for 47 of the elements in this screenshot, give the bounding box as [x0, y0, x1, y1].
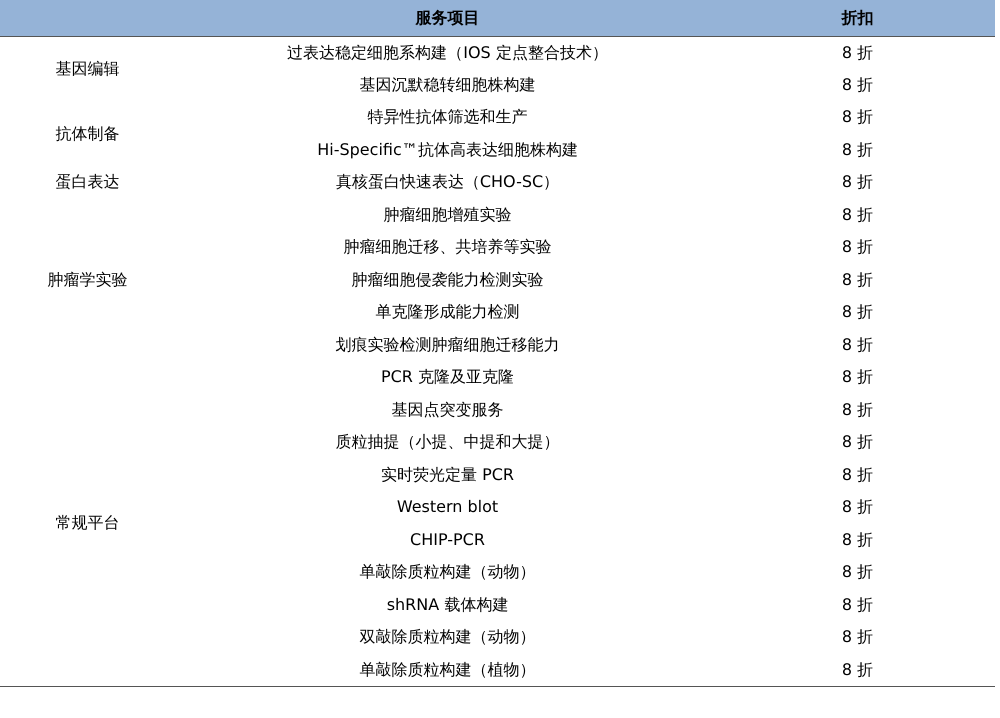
- category-cell: 抗体制备: [56, 124, 120, 142]
- service-cell: 划痕实验检测肿瘤细胞迁移能力: [336, 334, 560, 354]
- discount-cell: 8 折: [842, 237, 874, 256]
- discount-cell: 8 折: [842, 562, 874, 582]
- column-header: 服务项目: [175, 0, 720, 36]
- discount-cell: 8 折: [842, 302, 874, 322]
- discount-cell: 8 折: [842, 140, 874, 159]
- discount-cell: 8 折: [842, 497, 874, 516]
- discount-cell: 8 折: [842, 660, 874, 678]
- service-cell: 过表达稳定细胞系构建（IOS 定点整合技术）: [287, 42, 608, 62]
- discount-cell: 8 折: [842, 530, 874, 549]
- service-cell: PCR 克隆及亚克隆: [380, 367, 514, 386]
- service-cell: Western blot: [396, 497, 498, 516]
- discount-cell: 8 折: [842, 594, 874, 614]
- discount-cell: 8 折: [842, 464, 874, 484]
- service-cell: 单敲除质粒构建（动物）: [360, 562, 536, 582]
- discount-cell: 8 折: [842, 334, 874, 354]
- service-cell: 基因点突变服务: [392, 400, 504, 419]
- service-cell: 单克隆形成能力检测: [376, 302, 520, 322]
- service-cell: 真核蛋白快速表达（CHO-SC）: [336, 172, 560, 192]
- discount-cell: 8 折: [842, 627, 874, 646]
- discount-cell: 8 折: [842, 400, 874, 419]
- discount-cell: 8 折: [842, 270, 874, 289]
- service-cell: 实时荧光定量 PCR: [380, 464, 514, 484]
- service-cell: 单敲除质粒构建（植物）: [360, 660, 536, 678]
- service-cell: 基因沉默稳转细胞株构建: [360, 74, 536, 94]
- discount-cell: 8 折: [842, 432, 874, 452]
- discount-cell: 8 折: [842, 172, 874, 192]
- service-cell: 质粒抽提（小提、中提和大提）: [336, 432, 560, 452]
- service-cell: 双敲除质粒构建（动物）: [360, 627, 536, 646]
- service-cell: CHIP-PCR: [410, 530, 485, 549]
- discount-cell: 8 折: [842, 107, 874, 126]
- service-cell: 特异性抗体筛选和生产: [368, 107, 528, 126]
- discount-cell: 8 折: [842, 204, 874, 224]
- service-cell: 肿瘤细胞增殖实验: [384, 204, 512, 224]
- category-cell: 基因编辑: [56, 58, 120, 78]
- service-cell: shRNA 载体构建: [386, 594, 508, 614]
- service-cell: 肿瘤细胞侵袭能力检测实验: [352, 270, 544, 289]
- service-cell: Hi-Specific™抗体高表达细胞株构建: [317, 140, 578, 159]
- category-cell: 肿瘤学实验: [48, 270, 128, 289]
- category-cell: 蛋白表达: [56, 172, 120, 192]
- discount-cell: 8 折: [842, 42, 874, 62]
- column-header: 折扣: [720, 0, 995, 36]
- category-cell: 常规平台: [56, 513, 120, 532]
- service-cell: 肿瘤细胞迁移、共培养等实验: [344, 237, 552, 256]
- discount-cell: 8 折: [842, 367, 874, 386]
- discount-cell: 8 折: [842, 74, 874, 94]
